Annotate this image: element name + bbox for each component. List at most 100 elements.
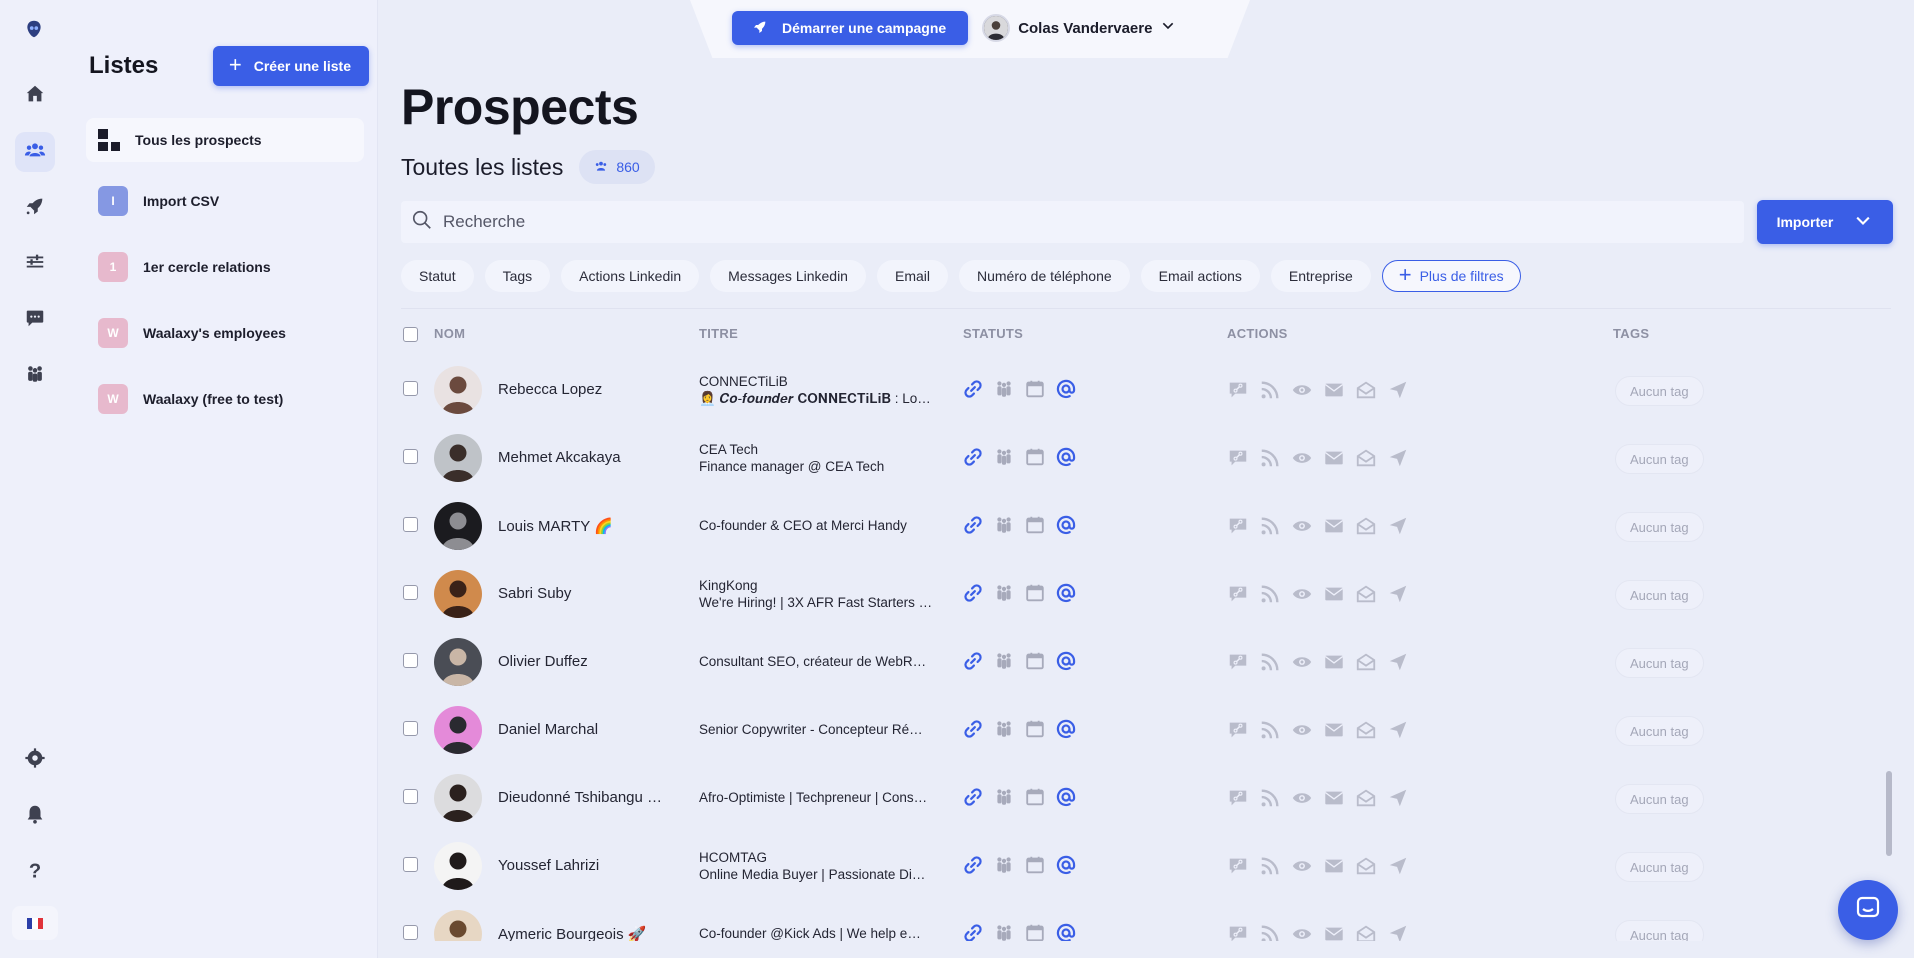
invite-message-icon[interactable]	[1227, 379, 1249, 406]
table-row[interactable]: Sabri Suby KingKong We're Hiring! | 3X AFR…	[401, 565, 1891, 633]
nav-settings[interactable]	[15, 740, 55, 780]
calendar-icon[interactable]	[1024, 650, 1046, 677]
tag-chip[interactable]: Aucun tag	[1615, 444, 1704, 474]
email-open-icon[interactable]	[1355, 787, 1377, 814]
table-row[interactable]: Aymeric Bourgeois 🚀 Co-founder @Kick Ads …	[401, 905, 1891, 941]
row-checkbox[interactable]	[403, 449, 418, 464]
message-icon[interactable]	[1323, 379, 1345, 406]
email-found-icon[interactable]	[1055, 446, 1077, 473]
calendar-icon[interactable]	[1024, 854, 1046, 881]
visit-icon[interactable]	[1291, 379, 1313, 406]
tag-chip[interactable]: Aucun tag	[1615, 716, 1704, 746]
message-icon[interactable]	[1323, 583, 1345, 610]
prospect-name[interactable]: Aymeric Bourgeois 🚀	[498, 925, 646, 941]
invite-message-icon[interactable]	[1227, 515, 1249, 542]
visit-icon[interactable]	[1291, 583, 1313, 610]
calendar-icon[interactable]	[1024, 718, 1046, 745]
column-statuts[interactable]: STATUTS	[963, 326, 1023, 341]
table-row[interactable]: Louis MARTY 🌈 Co-founder & CEO at Merci H…	[401, 497, 1891, 565]
message-icon[interactable]	[1323, 515, 1345, 542]
follow-icon[interactable]	[1259, 923, 1281, 941]
follow-icon[interactable]	[1259, 787, 1281, 814]
message-icon[interactable]	[1323, 719, 1345, 746]
email-found-icon[interactable]	[1055, 378, 1077, 405]
invite-message-icon[interactable]	[1227, 447, 1249, 474]
linkedin-connected-icon[interactable]	[962, 514, 984, 541]
create-list-button[interactable]: + Créer une liste	[212, 46, 369, 86]
relation-degree-icon[interactable]	[993, 582, 1015, 609]
email-open-icon[interactable]	[1355, 447, 1377, 474]
follow-icon[interactable]	[1259, 719, 1281, 746]
email-open-icon[interactable]	[1355, 855, 1377, 882]
email-open-icon[interactable]	[1355, 719, 1377, 746]
row-checkbox[interactable]	[403, 653, 418, 668]
visit-icon[interactable]	[1291, 787, 1313, 814]
linkedin-connected-icon[interactable]	[962, 582, 984, 609]
row-checkbox[interactable]	[403, 381, 418, 396]
table-row[interactable]: Olivier Duffez Consultant SEO, créateur d…	[401, 633, 1891, 701]
prospect-name[interactable]: Daniel Marchal	[498, 721, 598, 738]
filter-chip[interactable]: Numéro de téléphone	[959, 260, 1130, 292]
tag-chip[interactable]: Aucun tag	[1615, 784, 1704, 814]
row-checkbox[interactable]	[403, 857, 418, 872]
nav-filters[interactable]	[15, 244, 55, 284]
calendar-icon[interactable]	[1024, 786, 1046, 813]
calendar-icon[interactable]	[1024, 378, 1046, 405]
column-name[interactable]: NOM	[434, 326, 465, 341]
follow-icon[interactable]	[1259, 583, 1281, 610]
nav-notifications[interactable]	[15, 796, 55, 836]
invite-message-icon[interactable]	[1227, 855, 1249, 882]
prospect-name[interactable]: Youssef Lahrizi	[498, 857, 599, 874]
message-icon[interactable]	[1323, 651, 1345, 678]
list-item[interactable]: Tous les prospects	[86, 118, 364, 162]
relation-degree-icon[interactable]	[993, 446, 1015, 473]
table-row[interactable]: Youssef Lahrizi HCOMTAG Online Media Buyer…	[401, 837, 1891, 905]
message-icon[interactable]	[1323, 855, 1345, 882]
calendar-icon[interactable]	[1024, 514, 1046, 541]
nav-home[interactable]	[15, 76, 55, 116]
prospect-name[interactable]: Mehmet Akcakaya	[498, 449, 621, 466]
avatar[interactable]	[434, 366, 482, 414]
table-row[interactable]: Mehmet Akcakaya CEA Tech Finance manager @…	[401, 429, 1891, 497]
relation-degree-icon[interactable]	[993, 854, 1015, 881]
visit-icon[interactable]	[1291, 447, 1313, 474]
filter-chip[interactable]: Statut	[401, 260, 474, 292]
prospect-name[interactable]: Olivier Duffez	[498, 653, 588, 670]
list-item[interactable]: W Waalaxy (free to test)	[86, 376, 364, 422]
invite-message-icon[interactable]	[1227, 923, 1249, 941]
avatar[interactable]	[434, 502, 482, 550]
avatar[interactable]	[434, 638, 482, 686]
invite-message-icon[interactable]	[1227, 583, 1249, 610]
linkedin-connected-icon[interactable]	[962, 922, 984, 941]
relation-degree-icon[interactable]	[993, 650, 1015, 677]
email-found-icon[interactable]	[1055, 786, 1077, 813]
visit-icon[interactable]	[1291, 515, 1313, 542]
avatar[interactable]	[434, 774, 482, 822]
row-checkbox[interactable]	[403, 721, 418, 736]
email-found-icon[interactable]	[1055, 854, 1077, 881]
language-selector[interactable]	[12, 906, 58, 940]
list-item[interactable]: 1 1er cercle relations	[86, 244, 364, 290]
tag-chip[interactable]: Aucun tag	[1615, 376, 1704, 406]
column-tags[interactable]: TAGS	[1613, 326, 1649, 341]
email-open-icon[interactable]	[1355, 583, 1377, 610]
follow-icon[interactable]	[1259, 447, 1281, 474]
scrollbar-thumb[interactable]	[1886, 771, 1892, 856]
message-icon[interactable]	[1323, 447, 1345, 474]
import-button[interactable]: Importer	[1757, 200, 1893, 244]
table-row[interactable]: Rebecca Lopez CONNECTiLiB 👩‍💼 𝑪𝒐-𝒇𝒐𝒖𝒏𝒅𝒆𝒓 𝐂…	[401, 361, 1891, 429]
invite-message-icon[interactable]	[1227, 787, 1249, 814]
row-checkbox[interactable]	[403, 789, 418, 804]
tag-chip[interactable]: Aucun tag	[1615, 512, 1704, 542]
follow-icon[interactable]	[1259, 515, 1281, 542]
tag-chip[interactable]: Aucun tag	[1615, 852, 1704, 882]
filter-chip[interactable]: Email	[876, 260, 948, 292]
row-checkbox[interactable]	[403, 585, 418, 600]
email-found-icon[interactable]	[1055, 514, 1077, 541]
support-chat-button[interactable]	[1838, 880, 1898, 940]
filter-chip[interactable]: Actions Linkedin	[561, 260, 700, 292]
tag-chip[interactable]: Aucun tag	[1615, 920, 1704, 941]
filter-chip[interactable]: Entreprise	[1270, 260, 1371, 292]
relation-degree-icon[interactable]	[993, 786, 1015, 813]
email-found-icon[interactable]	[1055, 922, 1077, 941]
